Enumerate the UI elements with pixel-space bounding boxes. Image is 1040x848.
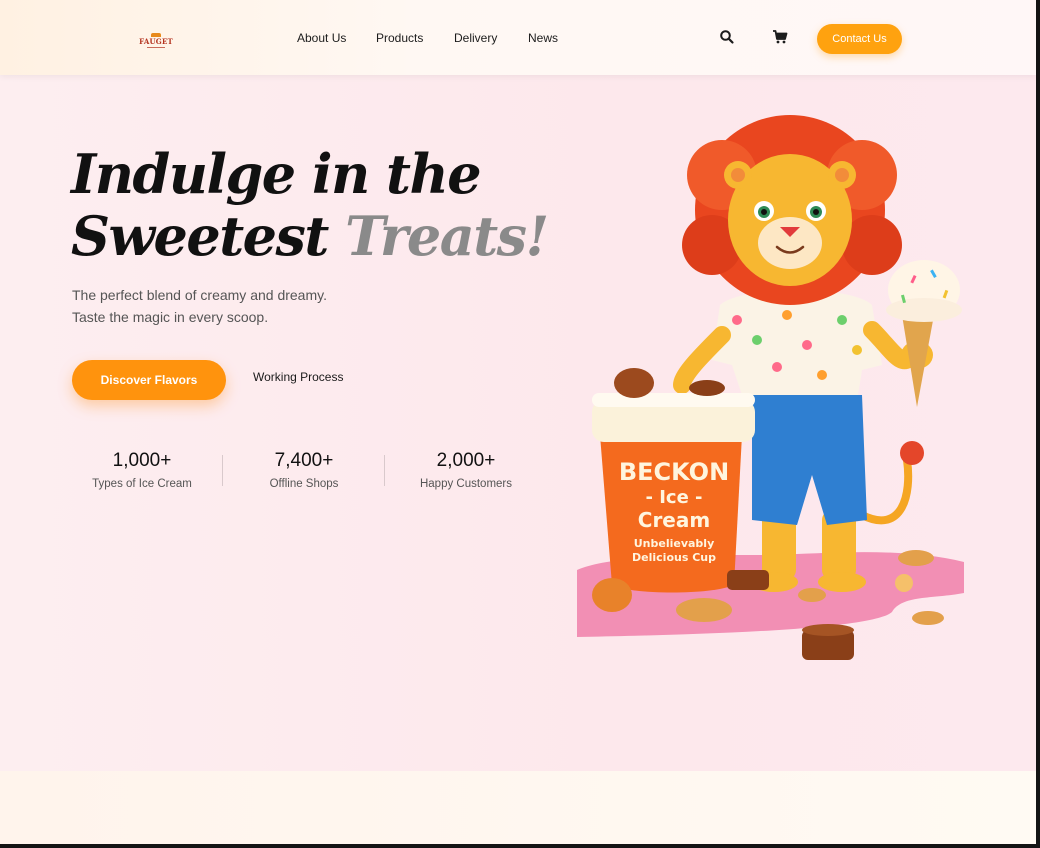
hero-headline: Indulge in the Sweetest Treats! <box>71 142 549 268</box>
contact-us-button[interactable]: Contact Us <box>817 24 902 54</box>
next-section-band <box>0 771 1036 844</box>
logo-text: FAUGET <box>139 37 173 46</box>
search-icon[interactable] <box>719 29 735 45</box>
stat-divider <box>222 455 223 486</box>
brand-logo[interactable]: FAUGET <box>138 33 174 51</box>
subtext-line-2: Taste the magic in every scoop. <box>72 309 269 325</box>
cart-icon[interactable] <box>772 29 788 45</box>
tub-brand-text: BECKON <box>619 458 729 486</box>
headline-line-2a: Sweetest <box>71 204 346 268</box>
tub-tagline-2: Delicious Cup <box>632 551 716 564</box>
site-header: FAUGET About Us Products Delivery News C… <box>0 0 1036 75</box>
nav-delivery[interactable]: Delivery <box>454 31 497 45</box>
headline-accent-word: Treats! <box>345 204 549 268</box>
nav-products[interactable]: Products <box>376 31 423 45</box>
subtext-line-1: The perfect blend of creamy and dreamy. <box>72 287 327 303</box>
stat-label: Happy Customers <box>419 478 513 490</box>
logo-underline <box>147 47 165 48</box>
stat-ice-cream-types: 1,000+ Types of Ice Cream <box>67 450 217 490</box>
stat-value: 1,000+ <box>112 450 172 471</box>
stat-value: 7,400+ <box>274 450 334 471</box>
nav-about-us[interactable]: About Us <box>297 31 346 45</box>
working-process-link[interactable]: Working Process <box>253 370 343 384</box>
stat-offline-shops: 7,400+ Offline Shops <box>229 450 379 490</box>
hero-subtext: The perfect blend of creamy and dreamy. … <box>72 284 327 328</box>
page-frame: FAUGET About Us Products Delivery News C… <box>0 0 1036 844</box>
tub-line-3: Cream <box>638 508 710 532</box>
stat-label: Types of Ice Cream <box>92 478 192 490</box>
headline-line-1: Indulge in the <box>71 142 482 206</box>
stat-divider <box>384 455 385 486</box>
tub-tagline-1: Unbelievably <box>634 537 715 550</box>
discover-flavors-button[interactable]: Discover Flavors <box>72 360 226 400</box>
stat-label: Offline Shops <box>269 478 339 490</box>
nav-news[interactable]: News <box>528 31 558 45</box>
tub-line-2: - Ice - <box>645 487 702 508</box>
stat-happy-customers: 2,000+ Happy Customers <box>391 450 541 490</box>
stat-value: 2,000+ <box>436 450 496 471</box>
lion-mascot-illustration: BECKON - Ice - Cream Unbelievably Delici… <box>577 115 964 660</box>
